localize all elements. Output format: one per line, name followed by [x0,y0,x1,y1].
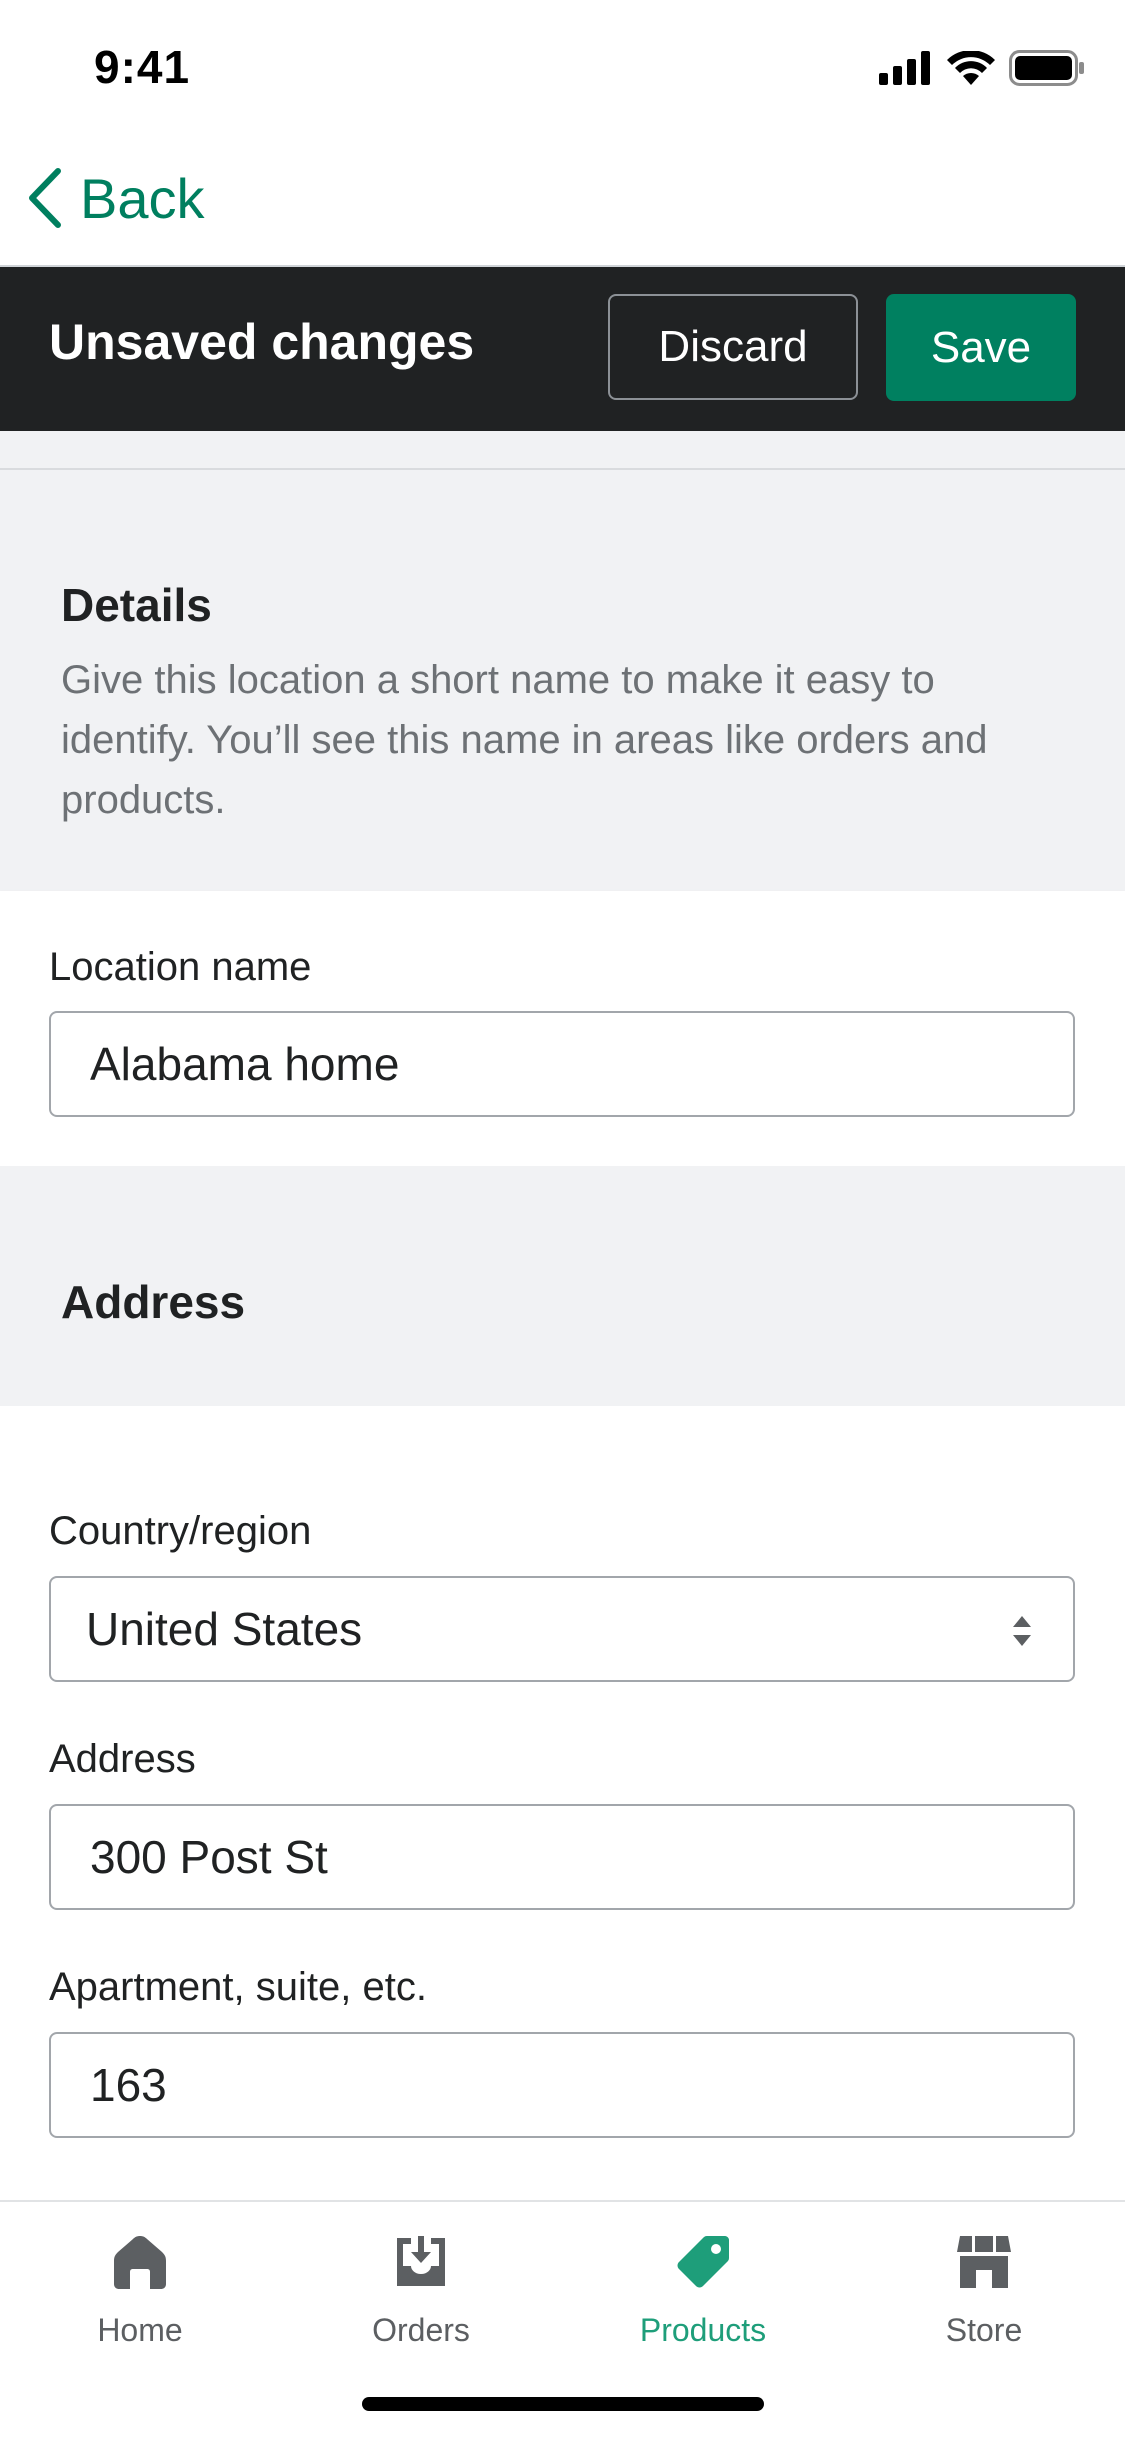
discard-button[interactable]: Discard [608,294,858,400]
address-label: Address [49,1737,196,1781]
details-description: Give this location a short name to make … [61,658,988,822]
back-button[interactable]: Back [26,163,205,233]
status-bar: 9:41 [0,0,1125,135]
details-heading: Details [61,579,212,631]
wifi-icon [947,51,995,85]
location-name-label: Location name [49,945,312,989]
status-icons [879,50,1085,86]
chevron-left-icon [29,168,61,228]
address-value: 300 Post St [90,1831,328,1883]
status-time: 9:41 [94,41,191,93]
address-input[interactable]: 300 Post St [49,1804,1075,1910]
signal-icon [879,51,930,85]
location-name-input[interactable]: Alabama home [49,1011,1075,1117]
battery-icon [1009,50,1084,86]
location-name-value: Alabama home [90,1038,400,1090]
tab-products-label: Products [639,2312,767,2348]
save-button[interactable]: Save [886,294,1076,401]
tab-home[interactable]: Home [30,2232,250,2349]
back-label: Back [80,166,205,230]
apartment-value: 163 [90,2059,167,2111]
apartment-input[interactable]: 163 [49,2032,1075,2138]
orders-icon [397,2236,445,2286]
nav-bar: Back [0,135,1125,267]
tab-orders[interactable]: Orders [311,2232,531,2349]
country-select[interactable]: United States [49,1576,1075,1682]
country-value: United States [86,1603,363,1655]
home-indicator [362,2397,764,2411]
address-heading: Address [61,1276,246,1328]
tab-store-label: Store [945,2312,1023,2348]
select-arrows-icon [1013,1616,1031,1646]
tab-orders-label: Orders [372,2312,470,2348]
store-icon [957,2236,1011,2288]
tab-home-label: Home [97,2312,183,2348]
divider [0,468,1125,470]
tab-products[interactable]: Products [593,2232,813,2349]
tab-store[interactable]: Store [874,2232,1094,2349]
tag-icon [677,2236,729,2288]
country-label: Country/region [49,1509,312,1553]
home-icon [114,2236,166,2289]
unsaved-changes-title: Unsaved changes [49,314,475,370]
apartment-label: Apartment, suite, etc. [49,1965,427,2009]
